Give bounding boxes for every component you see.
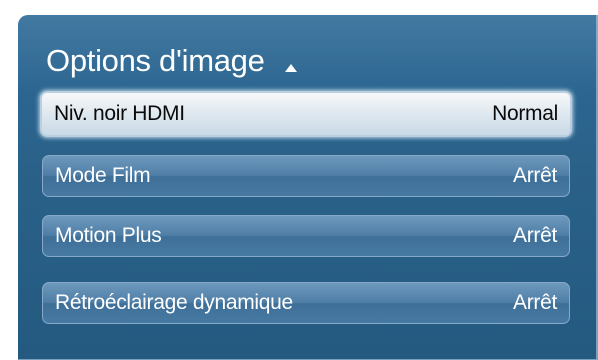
menu-item-hdmi-black-level[interactable]: Niv. noir HDMI Normal	[40, 91, 572, 137]
up-arrow-icon[interactable]	[284, 64, 297, 72]
menu-item-value: Normal	[492, 102, 558, 125]
menu-item-label: Niv. noir HDMI	[54, 102, 185, 125]
page-title: Options d'image	[46, 43, 265, 78]
menu-item-label: Rétroéclairage dynamique	[55, 291, 293, 314]
menu-item-value: Arrêt	[512, 291, 557, 314]
menu-item-value: Arrêt	[512, 224, 557, 247]
menu-item-value: Arrêt	[512, 164, 557, 187]
menu-item-motion-plus[interactable]: Motion Plus Arrêt	[42, 215, 570, 257]
panel-header: Options d'image	[46, 45, 297, 76]
menu-item-film-mode[interactable]: Mode Film Arrêt	[42, 155, 570, 197]
picture-options-panel: Options d'image Niv. noir HDMI Normal Mo…	[18, 15, 598, 360]
menu-item-label: Motion Plus	[55, 224, 162, 247]
menu-item-dynamic-backlight[interactable]: Rétroéclairage dynamique Arrêt	[42, 282, 570, 324]
menu-item-label: Mode Film	[55, 164, 151, 187]
